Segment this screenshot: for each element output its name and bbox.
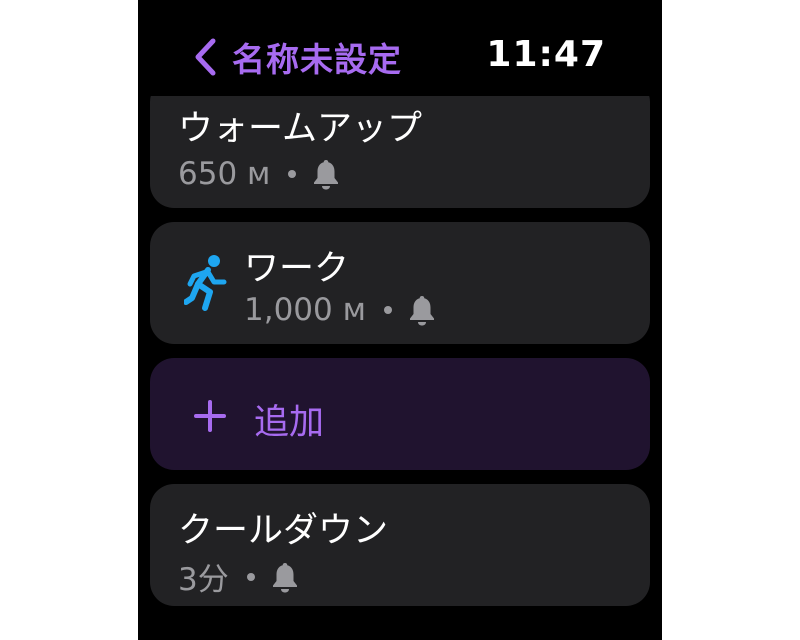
- step-value: 1,000 ᴍ: [244, 292, 366, 328]
- step-subtitle: 3分: [178, 554, 299, 599]
- separator-dot: [288, 170, 297, 178]
- back-title: 名称未設定: [232, 40, 402, 79]
- back-button[interactable]: 名称未設定: [190, 30, 402, 84]
- step-subtitle: 650 ᴍ: [178, 156, 340, 192]
- separator-dot: [384, 306, 392, 314]
- step-title: クールダウン: [178, 511, 389, 551]
- step-card-cooldown[interactable]: クールダウン 3分: [150, 484, 650, 606]
- running-figure-icon: [183, 254, 228, 312]
- step-value: 650 ᴍ: [178, 156, 271, 192]
- chevron-left-icon: [190, 37, 220, 77]
- header: 名称未設定 11:47: [138, 0, 662, 96]
- step-card-work[interactable]: ワーク 1,000 ᴍ: [150, 222, 650, 344]
- bell-icon: [271, 561, 299, 593]
- step-title: ウォームアップ: [178, 109, 422, 149]
- clock: 11:47: [486, 34, 606, 75]
- bell-icon: [312, 158, 340, 190]
- step-card-warmup[interactable]: ウォームアップ 650 ᴍ: [150, 78, 650, 208]
- step-value: 3分: [178, 562, 229, 598]
- separator-dot: [246, 572, 255, 581]
- step-subtitle: 1,000 ᴍ: [244, 292, 436, 328]
- watch-screen: 名称未設定 11:47 ウォームアップ 650 ᴍ ワーク 1,000 ᴍ 追加…: [138, 0, 662, 640]
- plus-icon: [194, 400, 226, 432]
- add-step-label: 追加: [254, 403, 325, 443]
- step-title: ワーク: [244, 249, 350, 289]
- add-step-button[interactable]: 追加: [150, 358, 650, 470]
- bell-icon: [408, 294, 436, 326]
